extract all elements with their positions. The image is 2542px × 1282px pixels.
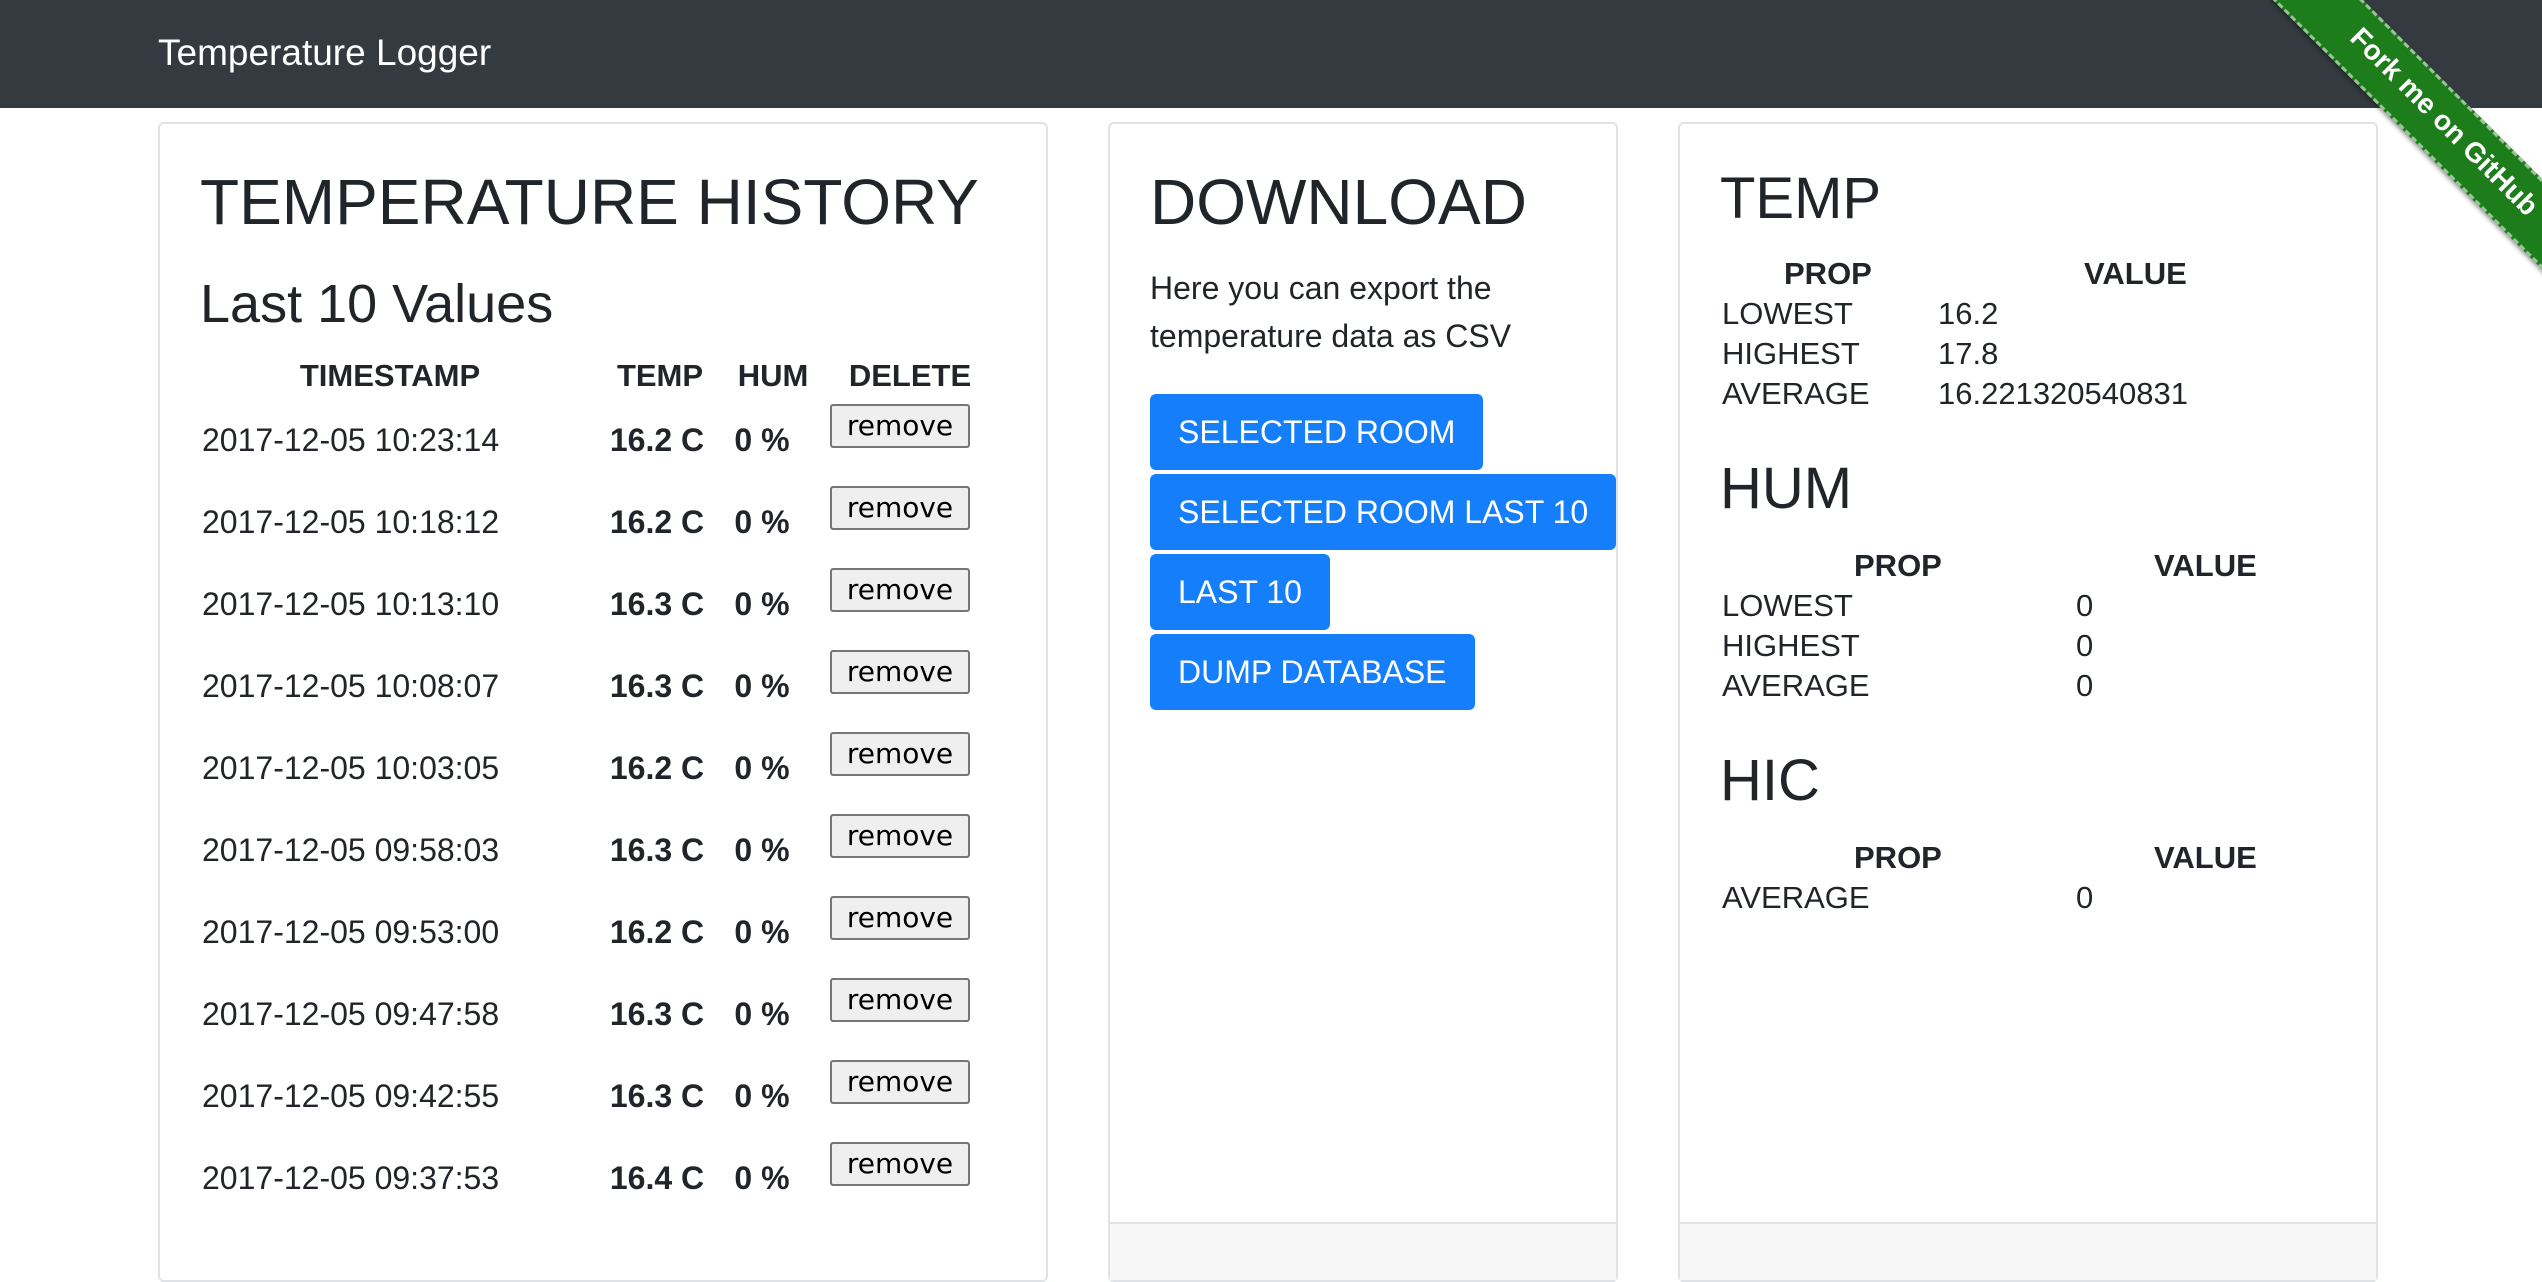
temp-cell: 16.2 C (609, 504, 705, 540)
temp-cell: 16.3 C (609, 832, 705, 868)
table-row: 2017-12-05 10:08:07 16.3 C 0 % remove (160, 650, 1046, 738)
hum-cell: 0 % (734, 422, 790, 458)
hum-cell: 0 % (734, 504, 790, 540)
temp-value-header: VALUE (2084, 256, 2187, 291)
temp-stats-title: TEMP (1720, 166, 1882, 231)
timestamp-cell: 2017-12-05 10:18:12 (202, 504, 500, 540)
hum-cell: 0 % (734, 914, 790, 950)
temperature-history-card: TEMPERATURE HISTORY Last 10 Values TIMES… (158, 122, 1048, 1282)
temp-value-average: 16.221320540831 (1938, 376, 2188, 411)
table-row: 2017-12-05 10:23:14 16.2 C 0 % remove (160, 404, 1046, 492)
table-row: 2017-12-05 09:58:03 16.3 C 0 % remove (160, 814, 1046, 902)
hic-prop-header: PROP (1854, 840, 1942, 875)
timestamp-cell: 2017-12-05 10:13:10 (202, 586, 500, 622)
hum-cell: 0 % (734, 832, 790, 868)
hum-cell: 0 % (734, 750, 790, 786)
last-10-button[interactable]: LAST 10 (1150, 554, 1330, 630)
temp-cell: 16.3 C (609, 586, 705, 622)
remove-button[interactable]: remove (830, 650, 970, 694)
history-subtitle: Last 10 Values (200, 274, 554, 334)
timestamp-cell: 2017-12-05 09:42:55 (202, 1078, 500, 1114)
hic-value-header: VALUE (2154, 840, 2257, 875)
hum-value-header: VALUE (2154, 548, 2257, 583)
temp-cell: 16.3 C (609, 668, 705, 704)
remove-button[interactable]: remove (830, 1060, 970, 1104)
hum-stats-title: HUM (1720, 456, 1853, 521)
download-description: Here you can export the temperature data… (1150, 270, 1512, 354)
temp-cell: 16.3 C (609, 996, 705, 1032)
temp-cell: 16.3 C (609, 1078, 705, 1114)
table-row: 2017-12-05 10:03:05 16.2 C 0 % remove (160, 732, 1046, 820)
selected-room-last-10-button[interactable]: SELECTED ROOM LAST 10 (1150, 474, 1617, 550)
remove-button[interactable]: remove (830, 1142, 970, 1186)
hum-value-highest: 0 (2076, 628, 2094, 663)
download-title: DOWNLOAD (1150, 166, 1527, 238)
table-row: 2017-12-05 09:53:00 16.2 C 0 % remove (160, 896, 1046, 984)
temp-prop-average: AVERAGE (1722, 376, 1870, 411)
navbar-brand[interactable]: Temperature Logger (158, 28, 491, 78)
temp-value-highest: 17.8 (1938, 336, 1999, 371)
hic-value-average: 0 (2076, 880, 2094, 915)
remove-button[interactable]: remove (830, 486, 970, 530)
dump-database-button[interactable]: DUMP DATABASE (1150, 634, 1475, 710)
temp-prop-lowest: LOWEST (1722, 296, 1853, 331)
timestamp-cell: 2017-12-05 10:23:14 (202, 422, 500, 458)
statistics-card-footer (1680, 1222, 2376, 1280)
timestamp-cell: 2017-12-05 09:47:58 (202, 996, 500, 1032)
table-row: 2017-12-05 09:42:55 16.3 C 0 % remove (160, 1060, 1046, 1148)
hum-value-average: 0 (2076, 668, 2094, 703)
remove-button[interactable]: remove (830, 978, 970, 1022)
temp-prop-header: PROP (1784, 256, 1872, 291)
navbar: Temperature Logger (0, 0, 2542, 108)
download-card-footer (1110, 1222, 1616, 1280)
history-title: TEMPERATURE HISTORY (200, 166, 979, 238)
hum-cell: 0 % (734, 586, 790, 622)
timestamp-cell: 2017-12-05 10:03:05 (202, 750, 500, 786)
hic-stats-title: HIC (1720, 748, 1820, 813)
temp-cell: 16.4 C (609, 1160, 705, 1196)
column-header-delete: DELETE (848, 358, 972, 393)
remove-button[interactable]: remove (830, 568, 970, 612)
hum-cell: 0 % (734, 996, 790, 1032)
temp-cell: 16.2 C (609, 750, 705, 786)
temp-cell: 16.2 C (609, 914, 705, 950)
temp-value-lowest: 16.2 (1938, 296, 1999, 331)
selected-room-button[interactable]: SELECTED ROOM (1150, 394, 1484, 470)
hum-cell: 0 % (734, 668, 790, 704)
statistics-card: TEMP PROP VALUE LOWEST 16.2 HIGHEST 17.8… (1678, 122, 2378, 1282)
hic-prop-average: AVERAGE (1722, 880, 1870, 915)
table-row: 2017-12-05 09:37:53 16.4 C 0 % remove (160, 1142, 1046, 1230)
hum-value-lowest: 0 (2076, 588, 2094, 623)
hum-prop-lowest: LOWEST (1722, 588, 1853, 623)
table-row: 2017-12-05 09:47:58 16.3 C 0 % remove (160, 978, 1046, 1066)
download-card: DOWNLOAD Here you can export the tempera… (1108, 122, 1618, 1282)
remove-button[interactable]: remove (830, 404, 970, 448)
column-header-hum: HUM (737, 358, 809, 393)
temp-prop-highest: HIGHEST (1722, 336, 1860, 371)
column-header-timestamp: TIMESTAMP (299, 358, 481, 393)
hum-prop-highest: HIGHEST (1722, 628, 1860, 663)
timestamp-cell: 2017-12-05 10:08:07 (202, 668, 500, 704)
hum-prop-header: PROP (1854, 548, 1942, 583)
hum-cell: 0 % (734, 1160, 790, 1196)
remove-button[interactable]: remove (830, 732, 970, 776)
hum-cell: 0 % (734, 1078, 790, 1114)
timestamp-cell: 2017-12-05 09:58:03 (202, 832, 500, 868)
table-row: 2017-12-05 10:18:12 16.2 C 0 % remove (160, 486, 1046, 574)
timestamp-cell: 2017-12-05 09:53:00 (202, 914, 500, 950)
hum-prop-average: AVERAGE (1722, 668, 1870, 703)
table-row: 2017-12-05 10:13:10 16.3 C 0 % remove (160, 568, 1046, 656)
remove-button[interactable]: remove (830, 814, 970, 858)
timestamp-cell: 2017-12-05 09:37:53 (202, 1160, 500, 1196)
column-header-temp: TEMP (616, 358, 704, 393)
temp-cell: 16.2 C (609, 422, 705, 458)
remove-button[interactable]: remove (830, 896, 970, 940)
